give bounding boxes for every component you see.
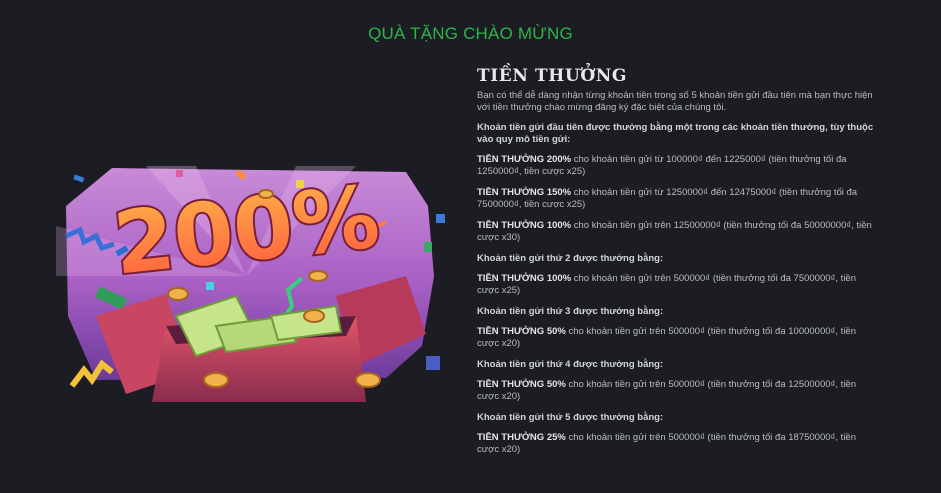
section-heading: Khoản tiền gửi thứ 5 được thưởng bằng:	[477, 412, 664, 423]
bonus-tier: TIỀN THƯỞNG 100% cho khoản tiền gửi trên…	[477, 273, 877, 297]
deposit-section-2: Khoản tiền gửi thứ 2 được thưởng bằng: T…	[477, 253, 877, 297]
deposit-section-4: Khoản tiền gửi thứ 4 được thưởng bằng: T…	[477, 359, 877, 403]
bonus-tier: TIỀN THƯỞNG 25% cho khoản tiền gửi trên …	[477, 432, 877, 456]
tier-label: TIỀN THƯỞNG 200%	[477, 154, 572, 165]
deposit-section-5: Khoản tiền gửi thứ 5 được thưởng bằng: T…	[477, 412, 877, 456]
tier-label: TIỀN THƯỞNG 25%	[477, 432, 566, 443]
bonus-tier: TIỀN THƯỞNG 50% cho khoản tiền gửi trên …	[477, 326, 877, 350]
deposit-section-3: Khoản tiền gửi thứ 3 được thưởng bằng: T…	[477, 306, 877, 350]
deposit-section-1: Khoản tiền gửi đầu tiên được thưởng bằng…	[477, 122, 877, 244]
bonus-tier: TIỀN THƯỞNG 100% cho khoản tiền gửi trên…	[477, 220, 877, 244]
page-title: QUÀ TẶNG CHÀO MỪNG	[368, 24, 573, 43]
tier-label: TIỀN THƯỞNG 50%	[477, 326, 566, 337]
bonus-tier: TIỀN THƯỞNG 150% cho khoản tiền gửi từ 1…	[477, 187, 877, 211]
bonus-tier: TIỀN THƯỞNG 50% cho khoản tiền gửi trên …	[477, 379, 877, 403]
section-heading: Khoản tiền gửi thứ 2 được thưởng bằng:	[477, 253, 664, 264]
section-heading: Khoản tiền gửi đầu tiên được thưởng bằng…	[477, 122, 874, 145]
bonus-details: TIỀN THƯỞNG Bạn có thể dễ dàng nhận từng…	[477, 66, 877, 465]
tier-label: TIỀN THƯỞNG 100%	[477, 273, 572, 284]
section-heading: Khoản tiền gửi thứ 4 được thưởng bằng:	[477, 359, 664, 370]
section-heading: Khoản tiền gửi thứ 3 được thưởng bằng:	[477, 306, 664, 317]
tier-label: TIỀN THƯỞNG 100%	[477, 220, 572, 231]
bonus-tier: TIỀN THƯỞNG 200% cho khoản tiền gửi từ 1…	[477, 154, 877, 178]
tier-label: TIỀN THƯỞNG 150%	[477, 187, 572, 198]
bonus-intro: Bạn có thể dễ dàng nhận từng khoản tiền …	[477, 90, 873, 113]
welcome-bonus-banner-image: 200%	[56, 166, 445, 402]
bonus-title: TIỀN THƯỞNG	[477, 66, 628, 86]
tier-label: TIỀN THƯỞNG 50%	[477, 379, 566, 390]
